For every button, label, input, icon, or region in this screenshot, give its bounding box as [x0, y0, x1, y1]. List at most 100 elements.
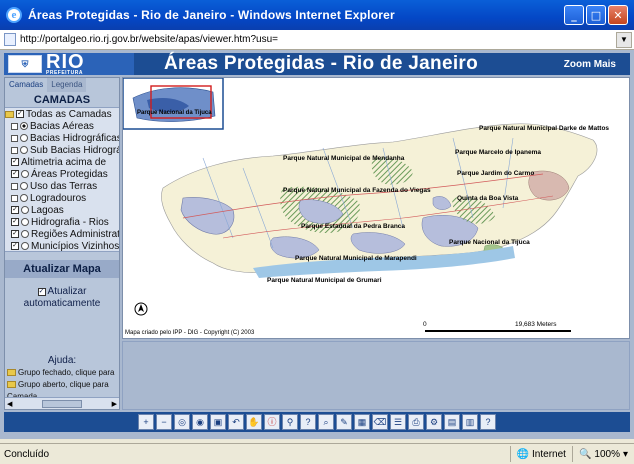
overview-icon[interactable]: ▤ — [444, 414, 460, 430]
identify-icon[interactable]: ⓘ — [264, 414, 280, 430]
active-layer-radio[interactable] — [21, 242, 29, 250]
layer-checkbox[interactable] — [11, 182, 18, 190]
active-layer-radio[interactable] — [20, 182, 28, 190]
globe-icon: 🌐 — [516, 448, 530, 460]
layer-item[interactable]: ✓ Todas as Camadas — [5, 108, 119, 120]
ie-icon: e — [6, 7, 22, 23]
scroll-thumb[interactable] — [42, 399, 82, 408]
layer-item[interactable]: ✓ Hidrografia - Rios — [5, 216, 119, 228]
address-bar: http://portalgeo.rio.rj.gov.br/website/a… — [0, 30, 634, 50]
scale-end: 19,683 Meters — [515, 321, 557, 328]
logo: ⛨ RIO PREFEITURA — [4, 50, 134, 75]
map-label: Parque Jardim do Carmo — [457, 170, 534, 177]
layer-item[interactable]: ✓ Lagoas — [5, 204, 119, 216]
layer-checkbox[interactable]: ✓ — [11, 230, 19, 238]
page-title: Áreas Protegidas - Rio de Janeiro — [164, 53, 478, 74]
zoom-control[interactable]: 🔍 100% ▾ — [571, 446, 634, 462]
layer-item[interactable]: Sub Bacias Hidrográficas — [5, 144, 119, 156]
layer-item[interactable]: ✓ Municípios Vizinhos — [5, 240, 119, 251]
zoom-back-icon[interactable]: ↶ — [228, 414, 244, 430]
map-canvas[interactable]: Parque Nacional da Tijuca Parque Natural… — [123, 78, 630, 339]
select-icon[interactable]: ▦ — [354, 414, 370, 430]
sidebar-tabs: Camadas Legenda — [5, 78, 119, 92]
map-label: Quinta da Boa Vista — [457, 195, 519, 202]
active-layer-radio[interactable] — [20, 122, 28, 130]
query-icon[interactable]: ? — [300, 414, 316, 430]
city-seal-icon: ⛨ — [8, 55, 42, 73]
active-layer-radio[interactable] — [21, 170, 29, 178]
scroll-right-icon[interactable]: ▶ — [112, 400, 117, 408]
help-line: Grupo aberto, clique para — [5, 380, 119, 390]
print-icon[interactable]: ⎙ — [408, 414, 424, 430]
layer-checkbox[interactable]: ✓ — [11, 218, 19, 226]
camadas-header: CAMADAS — [33, 94, 91, 106]
status-bar: Concluído 🌐 Internet 🔍 100% ▾ — [0, 443, 634, 464]
chevron-down-icon[interactable]: ▾ — [623, 449, 628, 460]
map-view[interactable]: Parque Nacional da Tijuca Parque Natural… — [122, 77, 630, 339]
measure-icon[interactable]: ✎ — [336, 414, 352, 430]
map-label: Parque Nacional da Tijuca — [449, 239, 530, 246]
clear-icon[interactable]: ⌫ — [372, 414, 388, 430]
layer-checkbox[interactable]: ✓ — [11, 170, 19, 178]
zoom-in-icon[interactable]: + — [138, 414, 154, 430]
page: ⛨ RIO PREFEITURA Áreas Protegidas - Rio … — [0, 50, 634, 439]
help-icon[interactable]: ? — [480, 414, 496, 430]
options-icon[interactable]: ⚙ — [426, 414, 442, 430]
close-button[interactable]: ✕ — [608, 5, 628, 25]
layer-item[interactable]: Uso das Terras — [5, 180, 119, 192]
layer-checkbox[interactable] — [11, 146, 18, 154]
security-zone: 🌐 Internet — [509, 446, 572, 462]
tab-camadas[interactable]: Camadas — [5, 78, 48, 92]
auto-update-checkbox[interactable]: ✓ — [37, 287, 46, 296]
scale-start: 0 — [423, 321, 427, 328]
layer-item[interactable]: ✓ Áreas Protegidas — [5, 168, 119, 180]
active-layer-radio[interactable] — [20, 134, 28, 142]
overview-label: Parque Nacional da Tijuca — [137, 110, 212, 116]
layer-checkbox[interactable]: ✓ — [11, 158, 19, 166]
zoom-active-icon[interactable]: ▣ — [210, 414, 226, 430]
legend-icon[interactable]: ☰ — [390, 414, 406, 430]
tab-legenda[interactable]: Legenda — [47, 78, 87, 92]
layer-checkbox[interactable]: ✓ — [11, 242, 19, 250]
search-icon[interactable]: ⌕ — [318, 414, 334, 430]
map-label: Parque Natural Municipal Darke de Mattos — [479, 125, 609, 132]
layer-item[interactable]: Logradouros — [5, 192, 119, 204]
layer-item[interactable]: Bacias Aéreas — [5, 120, 119, 132]
layer-checkbox[interactable]: ✓ — [16, 110, 24, 118]
layer-checkbox[interactable] — [11, 122, 18, 130]
folder-closed-icon — [7, 369, 16, 377]
scroll-left-icon[interactable]: ◀ — [7, 400, 12, 408]
active-layer-radio[interactable] — [20, 194, 28, 202]
minimize-button[interactable]: _ — [564, 5, 584, 25]
map-toolbar: + − ◎ ◉ ▣ ↶ ✋ ⓘ ⚲ ? ⌕ ✎ ▦ ⌫ ☰ ⎙ ⚙ ▤ ▥ ? — [4, 412, 630, 432]
map-label: Parque Marcelo de Ipanema — [455, 149, 541, 156]
folder-open-icon[interactable] — [5, 110, 14, 118]
active-layer-radio[interactable] — [21, 230, 29, 238]
zoom-full-icon[interactable]: ◎ — [174, 414, 190, 430]
active-layer-radio[interactable] — [20, 146, 28, 154]
layer-list-icon[interactable]: ▥ — [462, 414, 478, 430]
logo-text: RIO — [46, 50, 85, 73]
layer-item[interactable]: Bacias Hidrográficas — [5, 132, 119, 144]
active-layer-radio[interactable] — [21, 206, 29, 214]
layer-checkbox[interactable] — [11, 134, 18, 142]
maximize-button[interactable]: □ — [586, 5, 606, 25]
pan-icon[interactable]: ✋ — [246, 414, 262, 430]
auto-update-option: ✓ Atualizar automaticamente — [5, 286, 119, 309]
layer-item[interactable]: ✓ Altimetria acima de — [5, 156, 119, 168]
address-input[interactable]: http://portalgeo.rio.rj.gov.br/website/a… — [20, 34, 616, 45]
active-layer-radio[interactable] — [21, 218, 29, 226]
zoom-out-icon[interactable]: − — [156, 414, 172, 430]
layer-checkbox[interactable] — [11, 194, 18, 202]
sidebar-scrollbar[interactable]: ◀ ▶ — [5, 397, 119, 409]
banner: ⛨ RIO PREFEITURA Áreas Protegidas - Rio … — [4, 50, 630, 75]
find-icon[interactable]: ⚲ — [282, 414, 298, 430]
update-map-header: Atualizar Mapa — [5, 260, 119, 278]
sidebar: Camadas Legenda CAMADAS ✓ Todas as Camada… — [4, 77, 120, 410]
address-dropdown-button[interactable]: ▼ — [616, 31, 632, 48]
map-label: Parque Natural Municipal de Grumari — [267, 277, 382, 284]
map-label: Parque Estadual da Pedra Branca — [301, 223, 405, 230]
zoom-layer-icon[interactable]: ◉ — [192, 414, 208, 430]
layer-item[interactable]: ✓Regiões Administrativas — [5, 228, 119, 240]
layer-checkbox[interactable]: ✓ — [11, 206, 19, 214]
